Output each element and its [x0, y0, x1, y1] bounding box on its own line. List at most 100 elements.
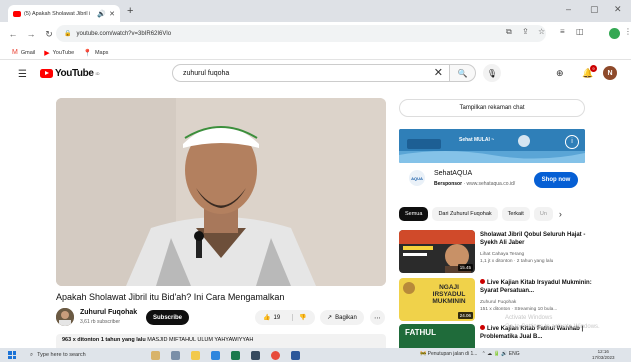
create-video-icon[interactable]: ⊕ [556, 68, 564, 79]
news-ticker-text[interactable]: Penutupan jalan di 1... [428, 351, 478, 357]
bookmark-maps[interactable]: 📍 Maps [83, 49, 108, 57]
watermark-line2: Go to Settings to activate Windows. [505, 324, 600, 330]
recommendation-thumbnail[interactable]: 15.45 [399, 230, 475, 273]
recommendation-meta: 1,1 jt x ditonton · 2 tahun yang lalu [480, 259, 554, 264]
search-input[interactable]: zuhurul fuqoha ✕ [172, 64, 450, 82]
show-chat-replay-button[interactable]: Tampilkan rekaman chat [399, 99, 585, 117]
taskbar-search[interactable]: ⌕ Type here to search [30, 352, 140, 359]
logo-text: YouTube [55, 68, 94, 79]
maximize-icon[interactable]: ▢ [590, 4, 599, 15]
word-app-icon[interactable] [291, 350, 300, 360]
reload-icon[interactable]: ↻ [44, 29, 54, 40]
forward-icon[interactable]: → [26, 29, 36, 39]
ad-advertiser-name[interactable]: SehatAQUA [434, 170, 472, 177]
bookmark-youtube[interactable]: ▶ YouTube [44, 49, 74, 57]
video-player[interactable] [56, 98, 386, 286]
recommendation-item[interactable]: 15.45 Sholawat Jibril Qobul Seluruh Haja… [399, 230, 599, 276]
browser-tab[interactable]: (5) Apakah Sholawat Jibril i 🔊 ✕ [8, 5, 120, 22]
watermark-line1: Activate Windows [505, 315, 553, 321]
subscribe-button[interactable]: Subscribe [146, 310, 189, 325]
share-page-icon[interactable]: ⇪ [522, 27, 529, 36]
like-dislike-bar: 👍 19 👎 [255, 310, 315, 325]
more-actions-button[interactable]: ⋯ [370, 310, 385, 325]
recommendation-thumbnail[interactable]: NGAJI IRSYADUL MUKMININ 24.06 [399, 278, 475, 321]
video-frame-illustration [56, 98, 386, 286]
youtube-logo[interactable]: YouTube ID [40, 68, 100, 79]
task-view-icon[interactable] [171, 350, 180, 360]
youtube-play-icon [40, 69, 53, 78]
recommendation-title: Sholawat Jibril Qobul Seluruh Hajat - Sy… [480, 232, 586, 246]
tray-icons[interactable]: ⌃ ☁ 🔋 🔊 [482, 351, 508, 357]
chip-from-channel[interactable]: Dari Zuhurul Fuqohak [432, 207, 498, 221]
recommendation-meta: 151 x ditonton · Streaming 10 bula... [480, 307, 558, 312]
install-app-icon[interactable]: ⧉ [506, 27, 512, 37]
shop-now-button[interactable]: Shop now [534, 172, 578, 188]
ad-info-icon[interactable]: i [565, 135, 579, 149]
youtube-icon: ▶ [44, 49, 50, 57]
description-views: 963 x ditonton [62, 337, 100, 343]
taskbar-widget-icon[interactable] [151, 350, 160, 360]
channel-name[interactable]: Zuhurul Fuqohak [80, 309, 137, 316]
new-tab-icon[interactable]: + [127, 5, 133, 17]
dislike-button[interactable]: 👎 [293, 314, 306, 321]
bookmark-label: YouTube [52, 49, 75, 56]
youtube-favicon-icon [13, 10, 21, 17]
gmail-icon: M [12, 49, 18, 56]
voice-search-button[interactable]: 🎙 [483, 64, 501, 82]
chip-partial[interactable]: Un [533, 207, 553, 221]
bookmark-gmail[interactable]: M Gmail [12, 49, 35, 56]
close-tab-icon[interactable]: ✕ [109, 10, 115, 18]
channel-subscribers: 3,61 rb subscriber [80, 319, 121, 325]
windows-taskbar: ⌕ Type here to search [0, 348, 631, 362]
store-app-icon[interactable] [231, 350, 240, 360]
side-panel-icon[interactable]: ◫ [576, 27, 584, 36]
share-button[interactable]: ↗ Bagikan [320, 310, 364, 325]
ad-advertiser-logo[interactable]: AQUA [409, 170, 425, 186]
like-button[interactable]: 👍 19 [255, 314, 293, 321]
video-duration: 15.45 [457, 264, 473, 271]
ad-banner[interactable]: Sehat MULAI ~ i [399, 129, 585, 163]
chevron-right-icon[interactable]: › [559, 209, 562, 219]
share-icon: ↗ [327, 315, 333, 321]
bookmark-star-icon[interactable]: ☆ [538, 27, 545, 36]
live-indicator-icon [480, 325, 485, 330]
search-button[interactable]: 🔍 [450, 64, 476, 82]
audio-icon[interactable]: 🔊 [97, 10, 106, 18]
browser-profile-icon[interactable] [609, 28, 620, 39]
chrome-browser-icon[interactable] [271, 350, 280, 360]
back-icon[interactable]: ← [8, 29, 18, 39]
channel-avatar-icon [56, 308, 74, 326]
file-explorer-icon[interactable] [191, 350, 200, 360]
windows-start-icon[interactable] [8, 351, 16, 359]
recommendation-thumbnail[interactable]: FATHUL [399, 324, 475, 348]
minimize-icon[interactable]: – [566, 4, 571, 14]
channel-avatar[interactable] [56, 308, 74, 326]
video-title: Apakah Sholawat Jibril itu Bid'ah? Ini C… [56, 292, 285, 302]
media-control-icon[interactable]: ≡ [560, 27, 565, 36]
taskbar-clock[interactable]: 12:16 17/03/2023 [592, 349, 615, 361]
clear-search-icon[interactable]: ✕ [434, 65, 443, 81]
filter-chips: Semua Dari Zuhurul Fuqohak Terkait Un › [399, 207, 562, 221]
lock-icon[interactable]: 🔒 [64, 30, 71, 37]
address-bar[interactable]: 🔒 youtube.com/watch?v=3bIR62I6Vlo [56, 25, 546, 42]
description-box[interactable]: 963 x ditonton 1 tahun yang lalu MASJID … [56, 334, 386, 348]
close-window-icon[interactable]: ✕ [614, 4, 622, 15]
news-ticker-icon[interactable]: 🚧 [420, 351, 426, 357]
live-indicator-icon [480, 279, 485, 284]
recommendation-channel: Zuhurul Fuqohak [480, 300, 517, 305]
tab-title: (5) Apakah Sholawat Jibril i [24, 10, 91, 17]
browser-menu-icon[interactable]: ⋮ [624, 27, 631, 36]
bookmark-label: Gmail [20, 49, 36, 56]
account-avatar[interactable]: N [603, 66, 617, 80]
language-indicator[interactable]: ENG [509, 351, 520, 357]
mail-app-icon[interactable] [251, 350, 260, 360]
chip-related[interactable]: Terkait [501, 207, 530, 221]
thumbs-down-icon: 👎 [299, 315, 307, 321]
thumbnail-text: FATHUL [405, 328, 436, 337]
chip-all[interactable]: Semua [399, 207, 429, 221]
menu-icon[interactable]: ☰ [18, 69, 27, 80]
edge-browser-icon[interactable] [211, 350, 220, 360]
url-text: youtube.com/watch?v=3bIR62I6Vlo [76, 30, 172, 37]
system-tray: 🚧 Penutupan jalan di 1... ⌃ ☁ 🔋 🔊 ENG [420, 351, 520, 357]
logo-region: ID [95, 71, 100, 76]
